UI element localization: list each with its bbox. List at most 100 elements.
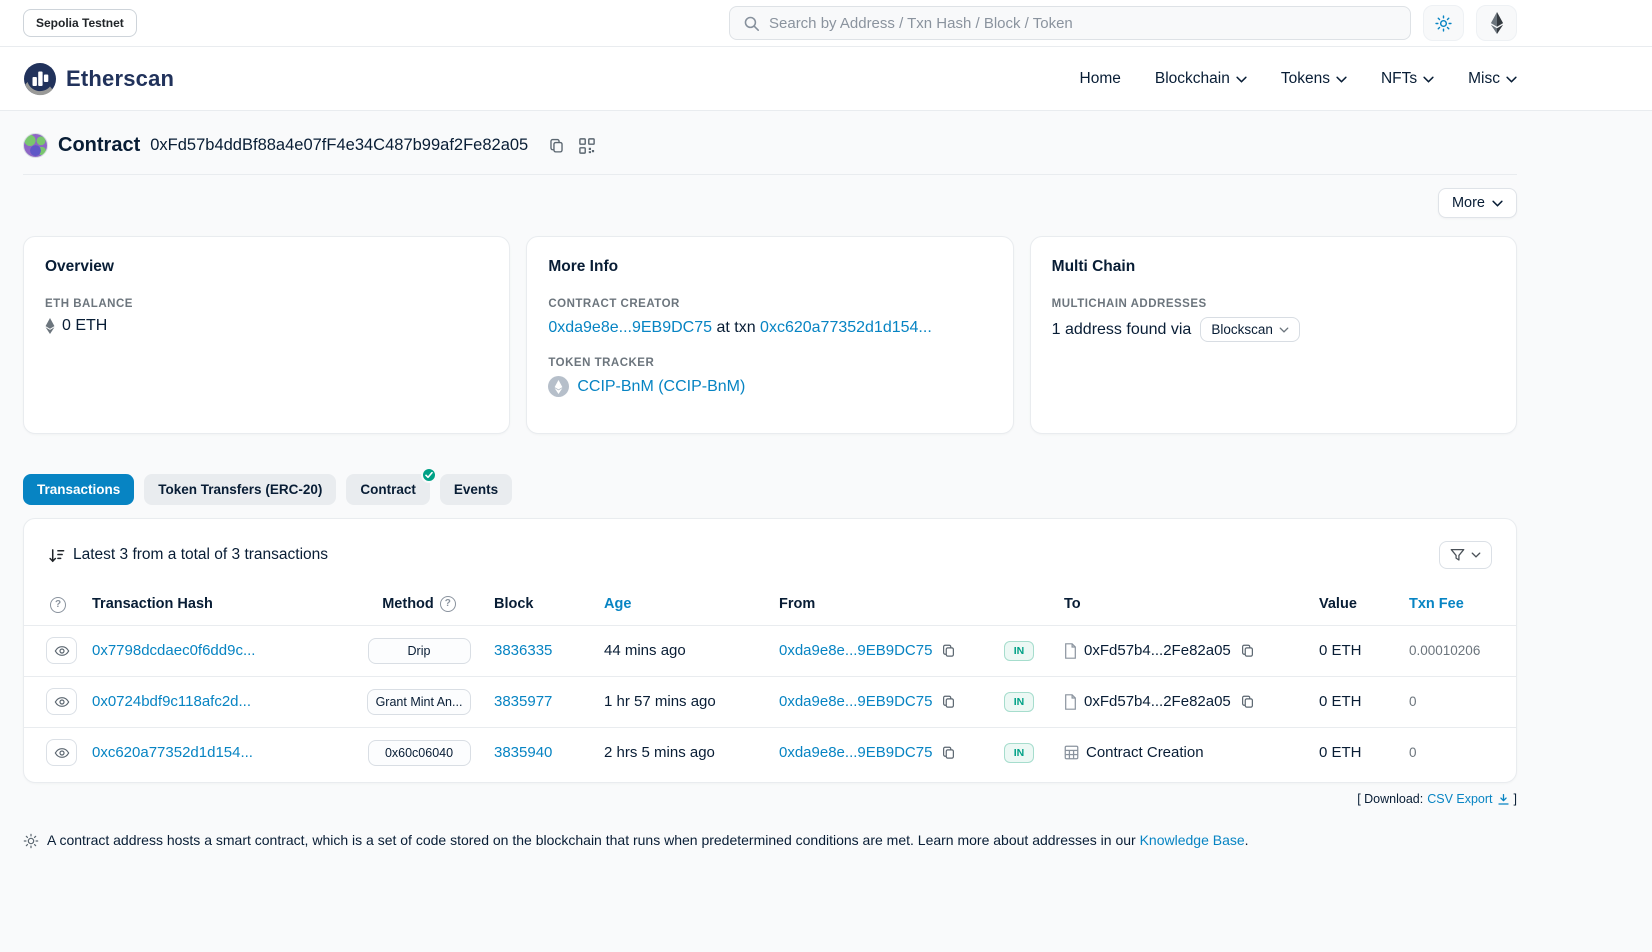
- col-transaction-hash: Transaction Hash: [84, 585, 344, 625]
- chevron-down-icon: [1506, 76, 1517, 83]
- contract-creation-text: Contract Creation: [1086, 744, 1204, 761]
- qr-code-button[interactable]: [577, 136, 597, 156]
- token-tracker-link[interactable]: CCIP-BnM (CCIP-BnM): [577, 378, 745, 396]
- chevron-down-icon: [1492, 200, 1503, 207]
- top-bar: Sepolia Testnet: [0, 0, 1652, 47]
- nav-item-misc[interactable]: Misc: [1468, 70, 1517, 88]
- txn-fee-text: 0: [1409, 694, 1417, 709]
- theme-toggle-button[interactable]: [1423, 5, 1464, 41]
- contract-title-row: Contract 0xFd57b4ddBf88a4e07fF4e34C487b9…: [23, 111, 1517, 158]
- copy-icon: [1240, 694, 1255, 709]
- copy-from-button[interactable]: [939, 641, 958, 660]
- chevron-down-icon: [1471, 552, 1481, 558]
- copy-icon: [548, 137, 565, 154]
- contract-creation-icon: [1064, 745, 1079, 760]
- contract-file-icon: [1064, 694, 1077, 710]
- creation-txn-link[interactable]: 0xc620a77352d1d154...: [760, 319, 932, 336]
- multichain-card: Multi Chain MULTICHAIN ADDRESSES 1 addre…: [1030, 236, 1517, 434]
- sort-descending-icon: [48, 547, 65, 564]
- txn-hash-link[interactable]: 0x7798dcdaec0f6dd9c...: [92, 642, 255, 659]
- from-address-link[interactable]: 0xda9e8e...9EB9DC75: [779, 693, 932, 710]
- tab-events[interactable]: Events: [440, 474, 512, 505]
- search-box[interactable]: [729, 6, 1411, 40]
- network-switch-button[interactable]: [1476, 5, 1517, 41]
- main-nav: Home Blockchain Tokens NFTs Misc: [1080, 70, 1517, 88]
- creator-address-link[interactable]: 0xda9e8e...9EB9DC75: [548, 319, 712, 336]
- direction-badge: IN: [1004, 743, 1034, 763]
- copy-icon: [941, 745, 956, 760]
- download-row: [ Download: CSV Export ]: [23, 792, 1517, 806]
- divider: [23, 174, 1517, 175]
- tab-transactions[interactable]: Transactions: [23, 474, 134, 505]
- more-info-card: More Info CONTRACT CREATOR 0xda9e8e...9E…: [526, 236, 1013, 434]
- to-address: 0xFd57b4...2Fe82a05: [1084, 693, 1231, 710]
- table-row: 0xc620a77352d1d154... 0x60c06040 3835940…: [24, 727, 1516, 778]
- note-text: A contract address hosts a smart contrac…: [47, 832, 1136, 848]
- lightbulb-icon: [23, 833, 39, 849]
- copy-to-button[interactable]: [1238, 641, 1257, 660]
- block-link[interactable]: 3835940: [494, 744, 552, 761]
- nav-item-home[interactable]: Home: [1080, 70, 1121, 88]
- col-age[interactable]: Age: [604, 585, 779, 625]
- method-badge[interactable]: 0x60c06040: [368, 740, 471, 766]
- eye-icon: [54, 745, 70, 761]
- preview-txn-button[interactable]: [46, 637, 77, 664]
- at-txn-text: at txn: [716, 319, 755, 336]
- search-input[interactable]: [769, 15, 1397, 32]
- overview-card: Overview ETH BALANCE 0 ETH: [23, 236, 510, 434]
- copy-from-button[interactable]: [939, 743, 958, 762]
- filter-button[interactable]: [1439, 541, 1492, 569]
- nav-item-blockchain[interactable]: Blockchain: [1155, 70, 1247, 88]
- block-link[interactable]: 3835977: [494, 693, 552, 710]
- copy-address-button[interactable]: [546, 135, 567, 156]
- contract-creator-label: CONTRACT CREATOR: [548, 298, 991, 310]
- method-badge[interactable]: Grant Mint An...: [367, 689, 472, 715]
- contract-file-icon: [1064, 643, 1077, 659]
- etherscan-logo-icon: [23, 62, 57, 96]
- knowledge-base-link[interactable]: Knowledge Base: [1140, 832, 1245, 848]
- preview-txn-button[interactable]: [46, 688, 77, 715]
- transactions-card: Latest 3 from a total of 3 transactions …: [23, 518, 1517, 783]
- card-title: More Info: [548, 258, 991, 276]
- nav-item-tokens[interactable]: Tokens: [1281, 70, 1347, 88]
- chevron-down-icon: [1236, 76, 1247, 83]
- nav-item-nfts[interactable]: NFTs: [1381, 70, 1434, 88]
- method-badge[interactable]: Drip: [368, 638, 471, 664]
- tab-bar: Transactions Token Transfers (ERC-20) Co…: [23, 474, 1517, 505]
- txn-hash-link[interactable]: 0xc620a77352d1d154...: [92, 744, 253, 761]
- network-badge[interactable]: Sepolia Testnet: [23, 9, 137, 37]
- age-text: 2 hrs 5 mins ago: [604, 744, 715, 761]
- multichain-addresses-label: MULTICHAIN ADDRESSES: [1052, 298, 1495, 310]
- brand-name: Etherscan: [66, 66, 174, 92]
- copy-to-button[interactable]: [1238, 692, 1257, 711]
- chevron-down-icon: [1336, 76, 1347, 83]
- col-value: Value: [1319, 585, 1409, 625]
- chevron-down-icon: [1423, 76, 1434, 83]
- tab-contract[interactable]: Contract: [346, 474, 430, 505]
- card-title: Overview: [45, 258, 488, 276]
- info-cards: Overview ETH BALANCE 0 ETH More Info CON…: [23, 236, 1517, 434]
- chevron-down-icon: [1279, 327, 1289, 333]
- brand[interactable]: Etherscan: [23, 62, 174, 96]
- txn-hash-link[interactable]: 0x0724bdf9c118afc2d...: [92, 693, 251, 710]
- block-link[interactable]: 3836335: [494, 642, 552, 659]
- csv-export-link[interactable]: CSV Export: [1427, 792, 1509, 806]
- from-address-link[interactable]: 0xda9e8e...9EB9DC75: [779, 642, 932, 659]
- contract-address: 0xFd57b4ddBf88a4e07fF4e34C487b99af2Fe82a…: [150, 136, 528, 155]
- download-prefix: [ Download:: [1357, 792, 1423, 806]
- card-title: Multi Chain: [1052, 258, 1495, 276]
- copy-from-button[interactable]: [939, 692, 958, 711]
- eth-balance-value: 0 ETH: [62, 317, 107, 335]
- preview-txn-button[interactable]: [46, 739, 77, 766]
- multichain-found-text: 1 address found via: [1052, 321, 1192, 339]
- blockscan-dropdown[interactable]: Blockscan: [1200, 317, 1300, 342]
- col-method: Method: [344, 585, 494, 625]
- tab-token-transfers[interactable]: Token Transfers (ERC-20): [144, 474, 336, 505]
- more-button[interactable]: More: [1438, 188, 1517, 218]
- from-address-link[interactable]: 0xda9e8e...9EB9DC75: [779, 744, 932, 761]
- col-txn-fee[interactable]: Txn Fee: [1409, 585, 1516, 625]
- col-from: From: [779, 585, 1004, 625]
- download-icon: [1497, 793, 1510, 806]
- age-text: 1 hr 57 mins ago: [604, 693, 716, 710]
- help-icon: [50, 597, 66, 613]
